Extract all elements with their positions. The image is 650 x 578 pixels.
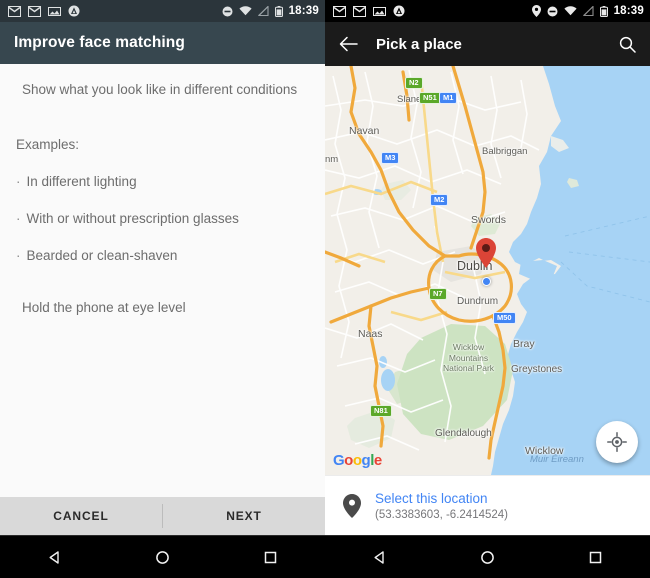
road-shield-m50: M50 (493, 312, 516, 324)
left-button-bar: CANCEL NEXT (0, 497, 325, 535)
screenshot-icon (373, 6, 386, 16)
left-button-bar-wrapper: CANCEL NEXT (0, 497, 325, 535)
road-shield-n81: N81 (370, 405, 392, 417)
wifi-icon (238, 6, 252, 16)
drive-icon (393, 5, 405, 17)
road-shield-m2: M2 (430, 194, 449, 206)
left-app-bar: Improve face matching (0, 22, 325, 64)
right-status-clock: 18:39 (613, 5, 644, 17)
left-status-bar: 18:39 (0, 0, 325, 22)
list-item-label: Bearded or clean-shaven (26, 248, 178, 263)
bullet-icon: · (16, 174, 21, 189)
right-status-bar: 18:39 (325, 0, 650, 22)
pick-a-place-title: Pick a place (376, 35, 462, 53)
back-triangle-icon (374, 550, 384, 564)
list-item: · Bearded or clean-shaven (16, 248, 309, 263)
left-content-area: Show what you look like in different con… (0, 64, 325, 518)
examples-label: Examples: (16, 137, 80, 152)
left-status-clock: 18:39 (288, 5, 319, 17)
screenshot-icon (48, 6, 61, 16)
nav-back-button[interactable] (357, 536, 401, 578)
current-location-dot (482, 277, 491, 286)
list-item-label: In different lighting (26, 174, 137, 189)
next-button[interactable]: NEXT (163, 497, 325, 535)
nav-back-button[interactable] (32, 536, 76, 578)
list-item: · With or without prescription glasses (16, 211, 309, 226)
list-item: · In different lighting (16, 174, 309, 189)
battery-icon (274, 5, 283, 17)
google-letter: G (333, 452, 345, 469)
google-letter: o (344, 452, 353, 469)
android-navigation-bar (0, 535, 325, 578)
road-shield-n2: N2 (405, 77, 423, 89)
nav-home-button[interactable] (465, 536, 509, 578)
left-status-system-icons: 18:39 (222, 5, 319, 17)
google-letter: o (352, 452, 362, 469)
back-arrow-icon[interactable] (339, 36, 358, 52)
recents-square-icon (590, 551, 602, 563)
location-icon (531, 5, 541, 17)
gmail-icon (8, 5, 21, 17)
google-letter: g (361, 452, 371, 469)
signal-off-icon (582, 6, 594, 16)
lead-instruction: Show what you look like in different con… (22, 82, 298, 97)
gmail-icon (333, 5, 346, 17)
wifi-icon (563, 6, 577, 16)
nav-recents-button[interactable] (574, 536, 618, 578)
search-icon[interactable] (619, 36, 636, 53)
nav-recents-button[interactable] (249, 536, 293, 578)
hold-phone-note: Hold the phone at eye level (22, 300, 186, 315)
gmail-icon (28, 5, 41, 17)
gmail-icon (353, 5, 366, 17)
cancel-button[interactable]: CANCEL (0, 497, 162, 535)
do-not-disturb-icon (547, 6, 558, 16)
do-not-disturb-icon (222, 6, 233, 16)
back-triangle-icon (49, 550, 59, 564)
android-navigation-bar (325, 535, 650, 578)
map-pin-icon (343, 493, 361, 518)
road-shield-m3: M3 (381, 152, 400, 164)
home-circle-icon (481, 550, 494, 564)
select-location-bar[interactable]: Select this location (53.3383603, -6.241… (325, 475, 650, 535)
left-phone-panel: 18:39 Improve face matching Show what yo… (0, 0, 325, 578)
google-letter: e (373, 452, 382, 469)
nav-home-button[interactable] (140, 536, 184, 578)
select-location-text: Select this location (53.3383603, -6.241… (375, 491, 508, 521)
right-app-bar: Pick a place (325, 22, 650, 66)
list-item-label: With or without prescription glasses (26, 211, 239, 226)
home-circle-icon (156, 550, 169, 564)
left-status-notification-icons (8, 5, 80, 17)
google-attribution: Google (333, 452, 382, 469)
page-title: Improve face matching (14, 34, 185, 51)
select-location-label: Select this location (375, 490, 488, 506)
signal-off-icon (257, 6, 269, 16)
drive-icon (68, 5, 80, 17)
location-coordinates: (53.3383603, -6.2414524) (375, 508, 508, 521)
battery-icon (599, 5, 608, 17)
road-shield-n7: N7 (429, 288, 447, 300)
my-location-button[interactable] (596, 421, 638, 463)
bullet-icon: · (16, 248, 21, 263)
recents-square-icon (265, 551, 277, 563)
bullet-icon: · (16, 211, 21, 226)
road-shield-n51: N51 (419, 92, 441, 104)
right-status-notification-icons (333, 5, 405, 17)
right-phone-panel: 18:39 Pick a place Slane Navan Balbrigga… (325, 0, 650, 578)
road-shield-m1: M1 (439, 92, 458, 104)
right-status-system-icons: 18:39 (531, 5, 644, 17)
map-canvas[interactable]: Slane Navan Balbriggan Swords Dublin Dun… (325, 66, 650, 475)
my-location-icon (607, 432, 627, 452)
